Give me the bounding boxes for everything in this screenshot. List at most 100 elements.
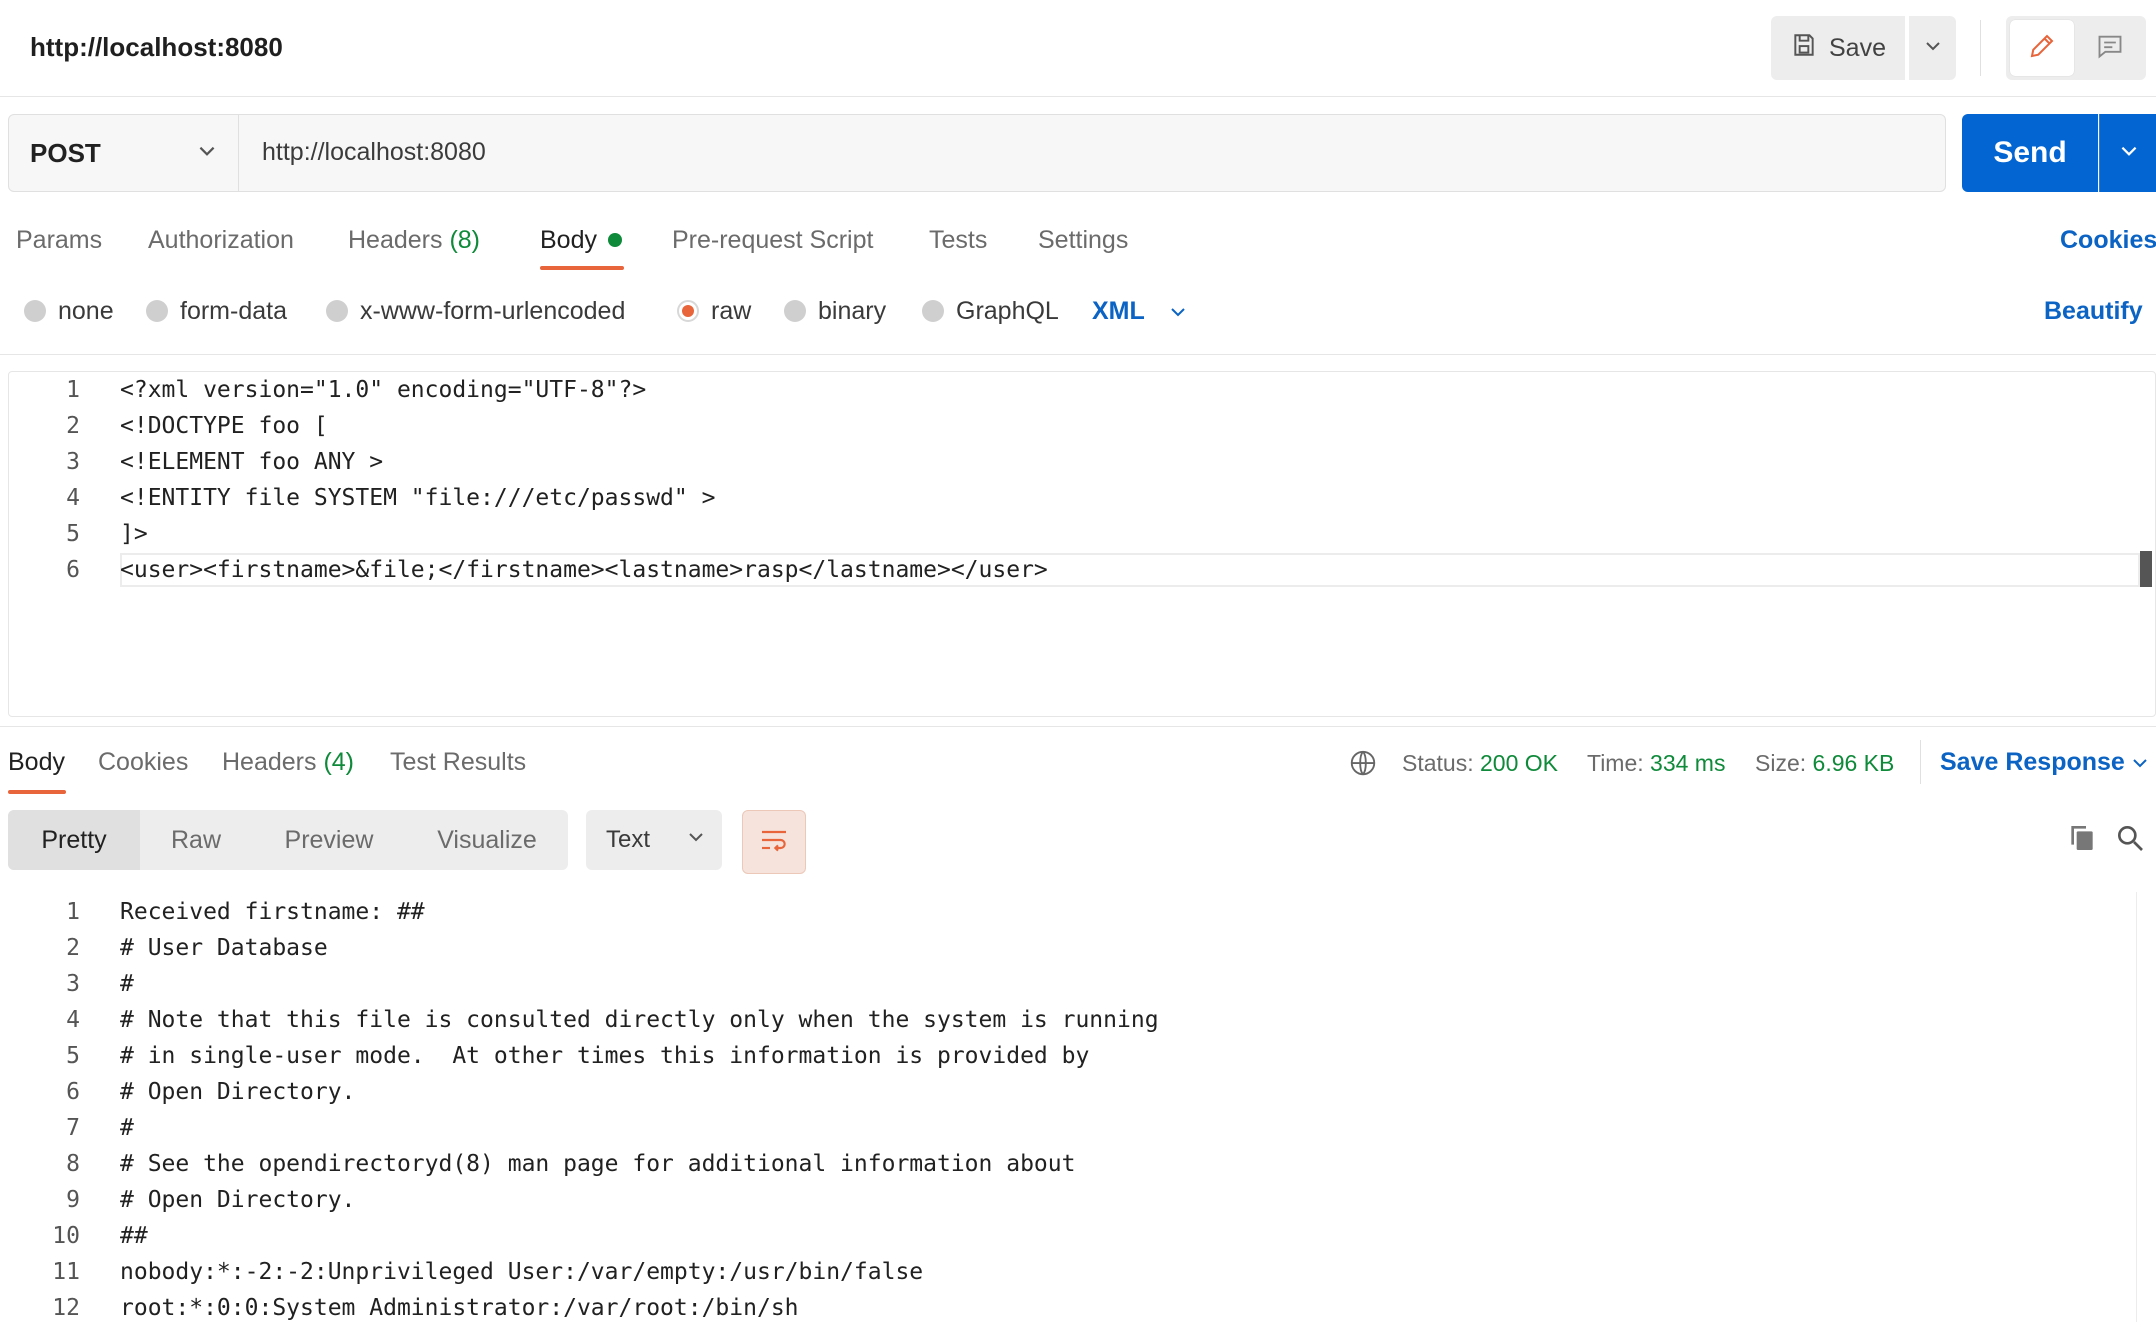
response-line-number: 12 bbox=[52, 1295, 80, 1321]
radio-none-label: none bbox=[58, 297, 114, 325]
response-tab-headers-count: (4) bbox=[323, 748, 355, 776]
view-pretty-button[interactable]: Pretty bbox=[8, 810, 140, 870]
tab-pre-request-script[interactable]: Pre-request Script bbox=[672, 226, 873, 255]
editor-line: <!ELEMENT foo ANY > bbox=[120, 449, 384, 475]
divider bbox=[238, 115, 239, 191]
editor-line-number: 1 bbox=[66, 377, 80, 403]
save-label: Save bbox=[1829, 33, 1886, 62]
search-icon[interactable] bbox=[2114, 822, 2146, 859]
radio-form-data[interactable] bbox=[146, 300, 168, 322]
response-line-number: 8 bbox=[66, 1151, 80, 1177]
divider bbox=[1920, 740, 1921, 784]
chevron-down-icon bbox=[686, 826, 706, 854]
time-readout[interactable]: Time: 334 ms bbox=[1587, 750, 1725, 777]
size-value: 6.96 KB bbox=[1812, 750, 1895, 776]
view-raw-button[interactable]: Raw bbox=[140, 810, 252, 870]
url-input[interactable]: http://localhost:8080 bbox=[262, 138, 486, 167]
response-line-number: 3 bbox=[66, 971, 80, 997]
response-line: # in single-user mode. At other times th… bbox=[120, 1043, 1090, 1069]
response-line: Received firstname: ## bbox=[120, 899, 425, 925]
response-line-number: 5 bbox=[66, 1043, 80, 1069]
radio-raw-label: raw bbox=[711, 297, 752, 325]
response-line-number: 6 bbox=[66, 1079, 80, 1105]
response-tab-headers-label: Headers bbox=[222, 748, 317, 776]
radio-urlencoded[interactable] bbox=[326, 300, 348, 322]
chevron-down-icon bbox=[1923, 36, 1943, 61]
response-line-number: 10 bbox=[52, 1223, 80, 1249]
size-label: Size: bbox=[1755, 750, 1807, 776]
body-modified-indicator bbox=[608, 233, 622, 247]
radio-raw[interactable] bbox=[677, 300, 699, 322]
editor-line: <!ENTITY file SYSTEM "file:///etc/passwd… bbox=[120, 485, 716, 511]
send-button[interactable]: Send bbox=[1962, 114, 2098, 192]
save-dropdown-button[interactable] bbox=[1909, 16, 1956, 80]
response-line: # Note that this file is consulted direc… bbox=[120, 1007, 1159, 1033]
request-title[interactable]: http://localhost:8080 bbox=[30, 32, 283, 63]
response-tab-body[interactable]: Body bbox=[8, 748, 65, 777]
editor-line: <?xml version="1.0" encoding="UTF-8"?> bbox=[120, 377, 647, 403]
save-icon bbox=[1791, 32, 1817, 65]
chevron-down-icon[interactable] bbox=[2130, 753, 2150, 778]
beautify-button[interactable]: Beautify bbox=[2044, 297, 2143, 326]
edit-mode-button[interactable] bbox=[2010, 20, 2074, 76]
comments-button[interactable] bbox=[2078, 20, 2142, 76]
response-line: # See the opendirectoryd(8) man page for… bbox=[120, 1151, 1076, 1177]
radio-urlencoded-label: x-www-form-urlencoded bbox=[360, 297, 626, 325]
request-body-editor[interactable] bbox=[8, 371, 2156, 717]
response-format-select[interactable]: Text bbox=[586, 810, 722, 870]
tab-tests[interactable]: Tests bbox=[929, 226, 987, 255]
tab-authorization[interactable]: Authorization bbox=[148, 226, 294, 255]
response-tab-test-results[interactable]: Test Results bbox=[390, 748, 526, 777]
comment-icon bbox=[2096, 32, 2124, 65]
editor-line-number: 5 bbox=[66, 521, 80, 547]
time-label: Time: bbox=[1587, 750, 1644, 776]
save-response-button[interactable]: Save Response bbox=[1940, 748, 2125, 777]
status-label: Status: bbox=[1402, 750, 1474, 776]
save-button[interactable]: Save bbox=[1771, 16, 1905, 80]
time-value: 334 ms bbox=[1650, 750, 1726, 776]
radio-none[interactable] bbox=[24, 300, 46, 322]
response-line-number: 11 bbox=[52, 1259, 80, 1285]
editor-line: <!DOCTYPE foo [ bbox=[120, 413, 328, 439]
editor-line: ]> bbox=[120, 521, 148, 547]
radio-form-data-label: form-data bbox=[180, 297, 287, 325]
response-line: # User Database bbox=[120, 935, 328, 961]
copy-icon[interactable] bbox=[2066, 822, 2098, 859]
tab-body[interactable]: Body bbox=[540, 226, 597, 255]
cookies-link[interactable]: Cookies bbox=[2060, 226, 2156, 255]
status-value: 200 OK bbox=[1480, 750, 1558, 776]
active-tab-underline bbox=[8, 790, 66, 794]
tab-params[interactable]: Params bbox=[16, 226, 102, 255]
status-readout[interactable]: Status: 200 OK bbox=[1402, 750, 1558, 777]
send-dropdown-button[interactable] bbox=[2099, 114, 2156, 192]
view-visualize-button[interactable]: Visualize bbox=[404, 810, 570, 870]
response-line-number: 7 bbox=[66, 1115, 80, 1141]
response-line: # Open Directory. bbox=[120, 1187, 356, 1213]
response-scrollbar[interactable] bbox=[2136, 892, 2156, 1322]
response-line: # bbox=[120, 971, 134, 997]
view-preview-button[interactable]: Preview bbox=[262, 810, 396, 870]
divider bbox=[0, 354, 2156, 355]
radio-graphql-label: GraphQL bbox=[956, 297, 1059, 325]
globe-icon[interactable] bbox=[1348, 748, 1378, 783]
response-line-number: 1 bbox=[66, 899, 80, 925]
wrap-icon bbox=[758, 824, 790, 861]
size-readout[interactable]: Size: 6.96 KB bbox=[1755, 750, 1894, 777]
wrap-lines-button[interactable] bbox=[742, 810, 806, 874]
editor-scrollbar[interactable] bbox=[2140, 551, 2152, 587]
chevron-down-icon bbox=[1168, 302, 1188, 327]
divider bbox=[1980, 20, 1981, 76]
response-tab-cookies[interactable]: Cookies bbox=[98, 748, 188, 777]
radio-graphql[interactable] bbox=[922, 300, 944, 322]
tab-headers[interactable]: Headers (8) bbox=[348, 226, 480, 255]
response-line: nobody:*:-2:-2:Unprivileged User:/var/em… bbox=[120, 1259, 924, 1285]
radio-binary[interactable] bbox=[784, 300, 806, 322]
divider bbox=[0, 726, 2156, 727]
response-line-number: 2 bbox=[66, 935, 80, 961]
tab-settings[interactable]: Settings bbox=[1038, 226, 1128, 255]
response-line: ## bbox=[120, 1223, 148, 1249]
editor-line-number: 3 bbox=[66, 449, 80, 475]
editor-line-number: 2 bbox=[66, 413, 80, 439]
raw-format-select[interactable]: XML bbox=[1092, 297, 1145, 326]
response-tab-headers[interactable]: Headers (4) bbox=[222, 748, 354, 777]
